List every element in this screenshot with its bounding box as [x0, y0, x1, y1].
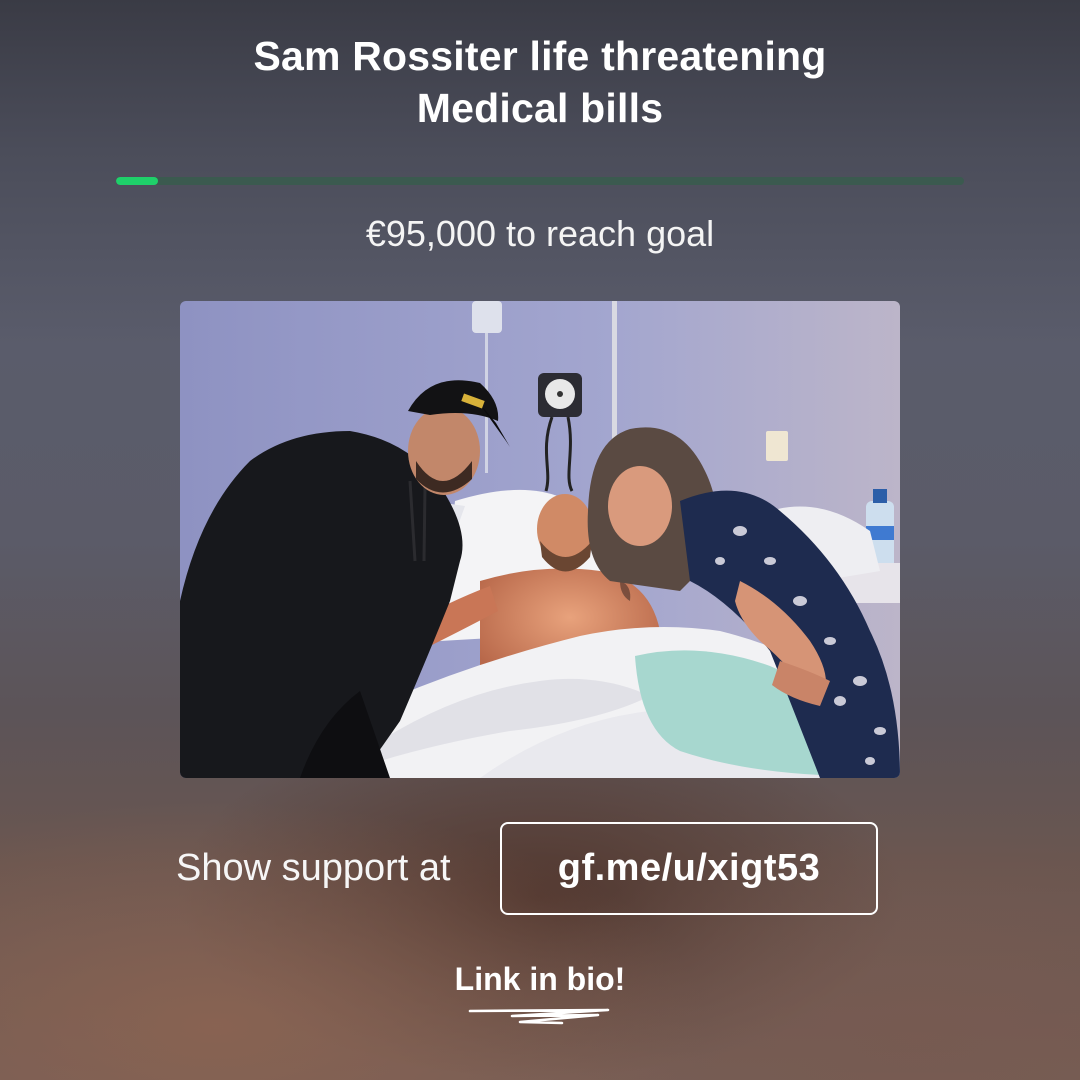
donation-link-text: gf.me/u/xigt53 — [557, 847, 821, 889]
goal-remaining-text: €95,000 to reach goal — [365, 213, 715, 254]
campaign-title-line2: Medical bills — [416, 85, 664, 131]
campaign-title-line1: Sam Rossiter life threatening — [253, 33, 827, 79]
campaign-title: Sam Rossiter life threatening Medical bi… — [140, 30, 940, 134]
donation-link-button[interactable]: gf.me/u/xigt53 — [500, 822, 878, 915]
campaign-photo — [180, 301, 900, 778]
show-support-label: Show support at — [176, 847, 451, 889]
progress-bar — [116, 177, 964, 185]
squiggle-underline-icon — [468, 1008, 610, 1025]
link-in-bio-label: Link in bio! — [454, 961, 626, 997]
progress-bar-fill — [116, 177, 159, 185]
